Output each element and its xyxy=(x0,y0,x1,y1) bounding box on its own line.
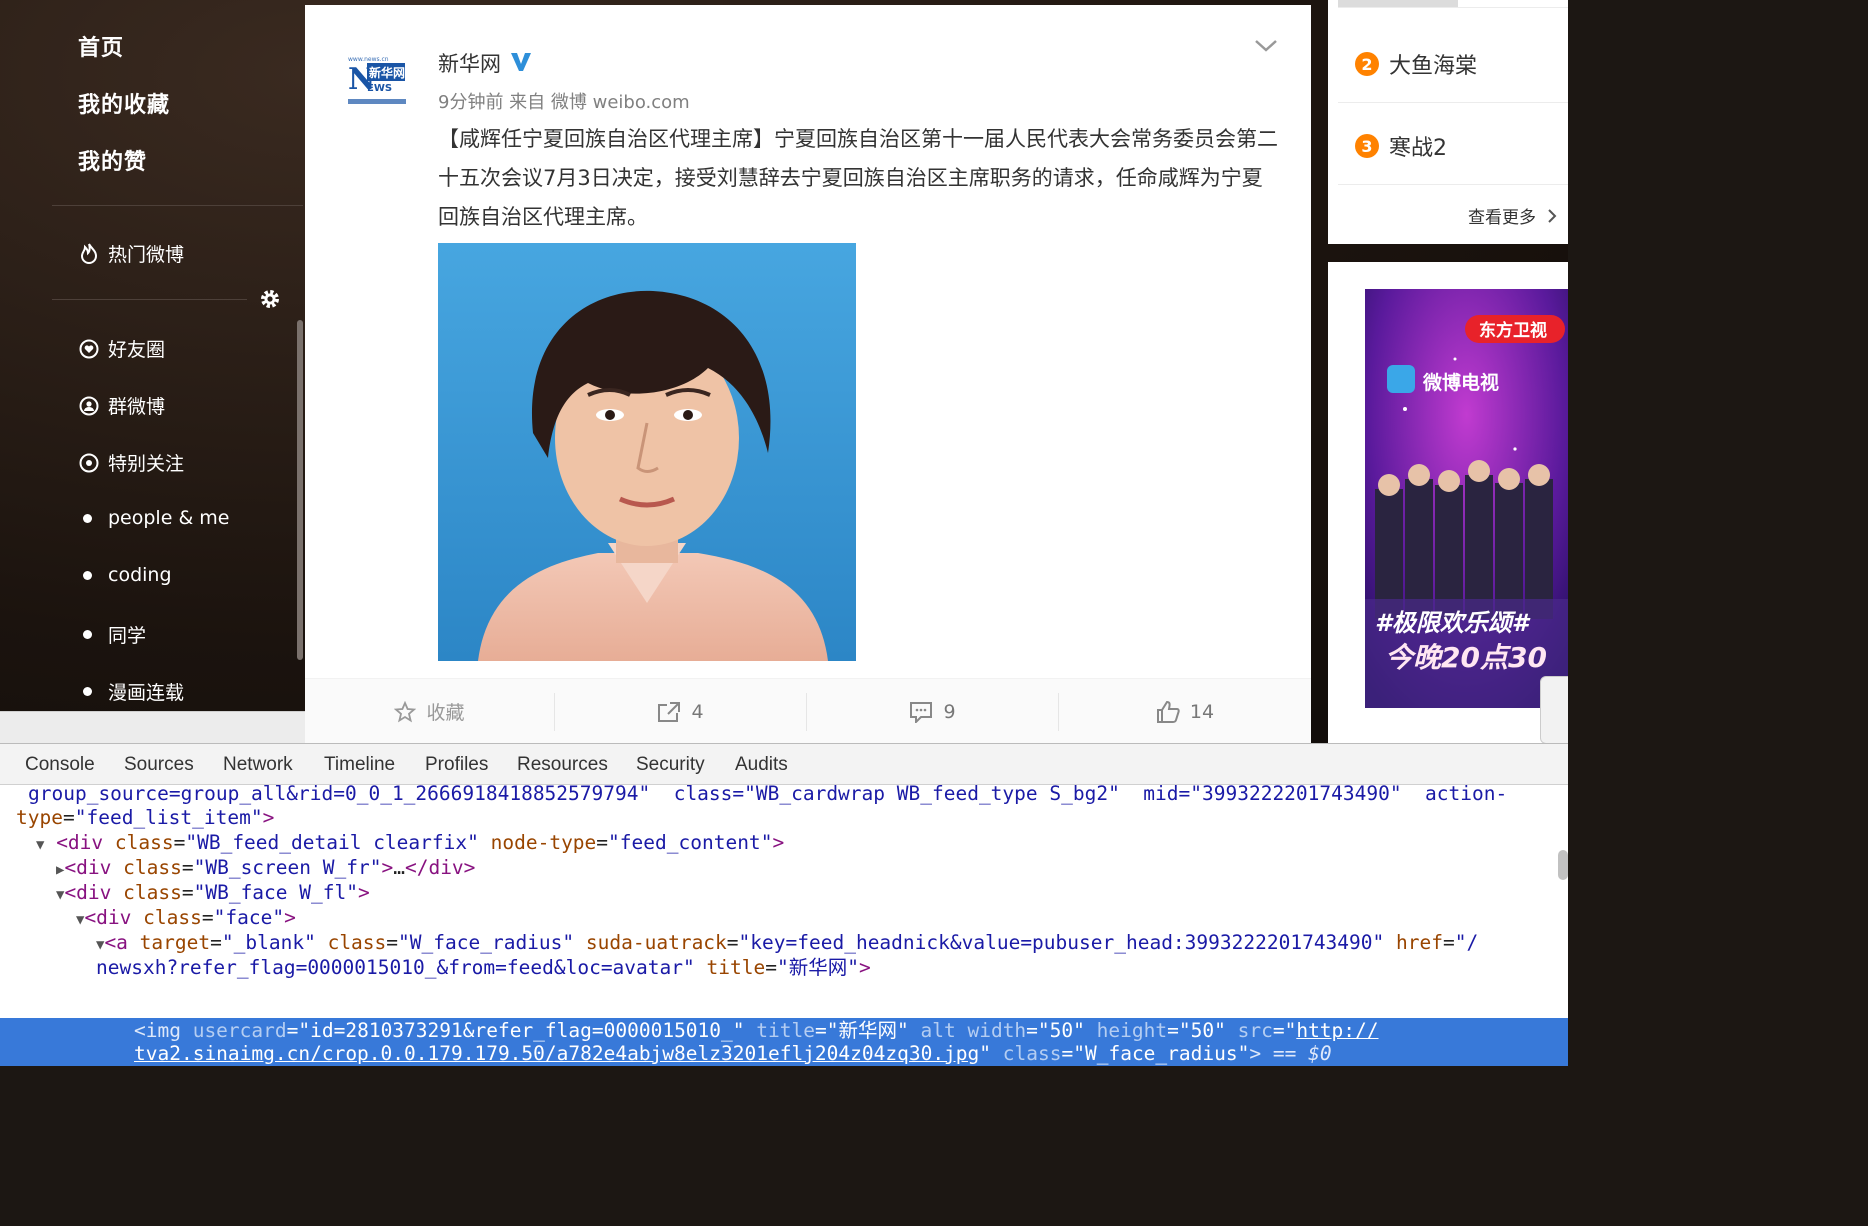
comment-count: 9 xyxy=(943,700,956,723)
nav-hot-weibo[interactable]: 热门微博 xyxy=(78,240,184,267)
dot-icon xyxy=(83,630,92,639)
ad-tag: #极限欢乐颂# xyxy=(1375,609,1531,637)
nav-group-label: 群微博 xyxy=(108,396,166,418)
nav-group-people-me[interactable]: people & me xyxy=(78,507,230,529)
tab-timeline[interactable]: Timeline xyxy=(324,754,395,776)
rank-badge: 2 xyxy=(1355,52,1379,76)
post-actions: 收藏 4 9 14 xyxy=(305,678,1311,743)
rank-badge: 3 xyxy=(1355,134,1379,158)
ad-banner[interactable]: 东方卫视 微博电视 #极限欢乐颂# 今晚20点30 xyxy=(1365,289,1568,708)
nav-group-label: people & me xyxy=(108,507,230,529)
nav-special-follow[interactable]: 特别关注 xyxy=(78,449,184,476)
nav-divider xyxy=(52,205,303,206)
nav-group-label: 同学 xyxy=(108,625,147,647)
post-meta: 9分钟前 来自 微博 weibo.com xyxy=(438,92,690,113)
eye-circle-icon xyxy=(78,452,100,474)
hot-divider xyxy=(1338,7,1568,8)
nav-hot-label: 热门微博 xyxy=(108,244,185,266)
dom-line[interactable]: <img usercard="id=2810373291&refer_flag=… xyxy=(134,1018,1379,1043)
page-scroll-handle[interactable] xyxy=(1540,676,1568,743)
triangle-down-icon: ▼ xyxy=(36,837,45,853)
nav-likes[interactable]: 我的赞 xyxy=(78,144,147,176)
verified-badge-icon xyxy=(509,50,533,77)
dom-line[interactable]: ▼ <div class="WB_feed_detail clearfix" n… xyxy=(36,830,784,855)
dom-line[interactable]: ▼<a target="_blank" class="W_face_radius… xyxy=(96,930,1478,955)
devtools-scrollbar[interactable] xyxy=(1558,850,1568,880)
flame-icon xyxy=(78,242,100,265)
dom-line[interactable]: type="feed_list_item"> xyxy=(16,805,274,830)
devtools-tabs: Console Sources Network Timeline Profile… xyxy=(0,744,1568,785)
tab-profiles[interactable]: Profiles xyxy=(425,754,488,776)
post-image[interactable] xyxy=(438,243,856,661)
dot-icon xyxy=(83,570,92,580)
left-nav: 首页 我的收藏 我的赞 热门微博 好友圈 群微博 特别关注 people & m… xyxy=(0,0,303,743)
dot-icon xyxy=(83,513,92,523)
comment-button[interactable]: 9 xyxy=(807,679,1058,743)
nav-group-label: coding xyxy=(108,564,172,586)
favorite-label: 收藏 xyxy=(426,702,465,724)
author-name[interactable]: 新华网 xyxy=(438,48,501,78)
see-more-link[interactable]: 查看更多 xyxy=(1468,203,1557,228)
tab-resources[interactable]: Resources xyxy=(517,754,608,776)
star-icon xyxy=(394,700,417,723)
dom-line[interactable]: ▼<div class="WB_face W_fl"> xyxy=(56,880,370,905)
dom-line[interactable]: tva2.sinaimg.cn/crop.0.0.179.179.50/a782… xyxy=(134,1041,1332,1066)
nav-home[interactable]: 首页 xyxy=(78,30,124,62)
chevron-right-icon xyxy=(1547,208,1557,228)
see-more-label: 查看更多 xyxy=(1468,208,1536,228)
hot-topic-title[interactable]: 寒战2 xyxy=(1389,130,1447,162)
repost-button[interactable]: 4 xyxy=(555,679,806,743)
nav-group-label: 特别关注 xyxy=(108,453,185,475)
hot-divider xyxy=(1338,184,1568,185)
elements-tree: group_source=group_all&rid=0_0_1_2666918… xyxy=(0,782,1568,1066)
share-icon xyxy=(657,701,681,723)
nav-group-label: 漫画连载 xyxy=(108,682,185,704)
dom-line[interactable]: ▼<div class="face"> xyxy=(76,905,296,930)
nav-group-friends[interactable]: 好友圈 xyxy=(78,335,165,362)
nav-group-comics[interactable]: 漫画连载 xyxy=(78,678,184,705)
ad-brand: 微博电视 xyxy=(1422,371,1499,394)
tab-network[interactable]: Network xyxy=(223,754,293,776)
user-circle-icon xyxy=(78,395,100,417)
nav-group-weibo[interactable]: 群微博 xyxy=(78,392,165,419)
like-button[interactable]: 14 xyxy=(1059,679,1311,743)
nav-scrollbar[interactable] xyxy=(297,320,303,660)
post-author[interactable]: 新华网 xyxy=(438,48,533,78)
like-count: 14 xyxy=(1189,700,1215,723)
ad-channel: 东方卫视 xyxy=(1479,320,1547,341)
nav-group-label: 好友圈 xyxy=(108,339,166,361)
hot-topic-title[interactable]: 大鱼海棠 xyxy=(1389,48,1477,80)
selected-dom-node[interactable]: <img usercard="id=2810373291&refer_flag=… xyxy=(0,1018,1568,1066)
avatar[interactable]: www.news.cn N 新华网 EWS xyxy=(343,47,411,110)
nav-group-classmates[interactable]: 同学 xyxy=(78,621,146,648)
weibo-page: 首页 我的收藏 我的赞 热门微博 好友圈 群微博 特别关注 people & m… xyxy=(0,0,1568,743)
tab-security[interactable]: Security xyxy=(636,754,705,776)
ad-time: 今晚20点30 xyxy=(1385,641,1547,674)
dom-line[interactable]: ▶<div class="WB_screen W_fr">…</div> xyxy=(56,855,475,880)
tab-console[interactable]: Console xyxy=(25,754,95,776)
comment-icon xyxy=(909,701,933,723)
nav-group-coding[interactable]: coding xyxy=(78,564,172,586)
chevron-down-icon[interactable] xyxy=(1254,38,1278,58)
thumbs-up-icon xyxy=(1156,700,1180,724)
nav-divider xyxy=(52,299,247,300)
hot-topic-item[interactable]: 3 寒战2 xyxy=(1355,130,1447,162)
dot-icon xyxy=(83,687,92,696)
hot-divider xyxy=(1338,102,1568,103)
heart-circle-icon xyxy=(78,338,100,360)
dom-line[interactable]: newsxh?refer_flag=0000015010_&from=feed&… xyxy=(96,955,871,980)
gear-icon[interactable] xyxy=(259,288,281,310)
nav-favorites[interactable]: 我的收藏 xyxy=(78,87,170,119)
svg-text:新华网: 新华网 xyxy=(369,65,405,80)
tab-sources[interactable]: Sources xyxy=(124,754,194,776)
svg-text:EWS: EWS xyxy=(367,83,392,94)
tab-audits[interactable]: Audits xyxy=(735,754,788,776)
post-text: 【咸辉任宁夏回族自治区代理主席】宁夏回族自治区第十一届人民代表大会常务委员会第二… xyxy=(438,127,1278,229)
favorite-button[interactable]: 收藏 xyxy=(305,679,554,743)
dom-line[interactable]: group_source=group_all&rid=0_0_1_2666918… xyxy=(28,781,1507,806)
devtools-panel: Console Sources Network Timeline Profile… xyxy=(0,743,1568,1066)
repost-count: 4 xyxy=(691,700,704,723)
hot-topic-item[interactable]: 2 大鱼海棠 xyxy=(1355,48,1477,80)
